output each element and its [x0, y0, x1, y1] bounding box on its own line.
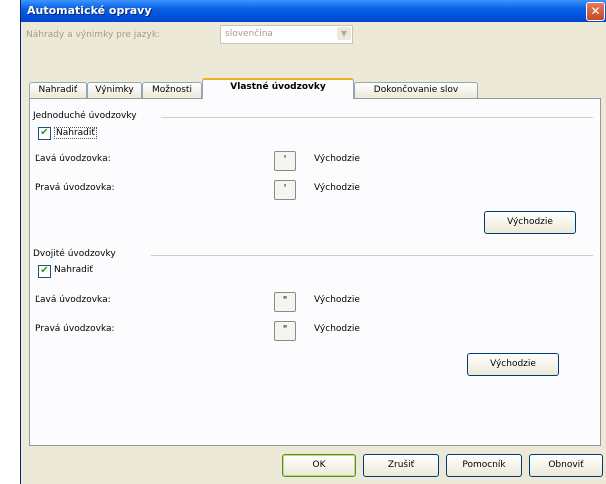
quote-char: ' — [283, 154, 287, 165]
checkmark-icon: ✔ — [40, 265, 49, 276]
single-left-default-text: Východzie — [314, 154, 360, 164]
double-right-label: Pravá úvodzovka: — [35, 324, 115, 334]
button-label: OK — [312, 460, 326, 470]
tab-label: Nahradiť — [38, 85, 78, 95]
window-title: Automatické opravy — [27, 4, 152, 17]
single-right-default-text: Východzie — [314, 183, 360, 193]
single-left-label: Ľavá úvodzovka: — [35, 154, 111, 164]
tab-vlastne-uvodzovky[interactable]: Vlastné úvodzovky — [202, 78, 354, 99]
tab-vynimky[interactable]: Výnimky — [87, 82, 142, 98]
double-right-quote-button[interactable]: " — [274, 321, 296, 341]
single-default-button[interactable]: Východzie — [484, 211, 576, 234]
tab-label: Výnimky — [95, 85, 134, 95]
single-left-quote-button[interactable]: ' — [274, 151, 296, 171]
single-quotes-group-label: Jednoduché úvodzovky — [33, 111, 137, 121]
help-button[interactable]: Pomocník — [446, 454, 522, 477]
quote-char: " — [282, 295, 288, 306]
checkmark-icon: ✔ — [40, 127, 49, 138]
double-replace-label: Nahradiť — [54, 265, 93, 275]
button-label: Zrušiť — [387, 460, 415, 470]
autocorrect-dialog: Automatické opravy ✕ Náhrady a výnimky p… — [20, 0, 606, 484]
double-replace-checkbox[interactable]: ✔ — [38, 265, 51, 278]
language-label: Náhrady a výnimky pre jazyk: — [26, 30, 161, 40]
tab-label: Možnosti — [152, 85, 192, 95]
group-divider — [161, 117, 593, 118]
chevron-down-icon: ▼ — [337, 27, 351, 40]
quote-char: ' — [283, 183, 287, 194]
single-replace-checkbox[interactable]: ✔ — [38, 127, 51, 140]
double-quotes-group-label: Dvojité úvodzovky — [33, 249, 116, 259]
double-left-label: Ľavá úvodzovka: — [35, 295, 111, 305]
double-default-button[interactable]: Východzie — [467, 353, 559, 376]
double-left-quote-button[interactable]: " — [274, 292, 296, 312]
single-right-quote-button[interactable]: ' — [274, 180, 296, 200]
double-left-default-text: Východzie — [314, 295, 360, 305]
quote-char: " — [282, 324, 288, 335]
close-button[interactable]: ✕ — [586, 2, 605, 21]
language-select: slovenčina ▼ — [220, 25, 353, 44]
tab-moznosti[interactable]: Možnosti — [142, 82, 202, 98]
button-label: Pomocník — [462, 460, 506, 470]
title-bar[interactable]: Automatické opravy ✕ — [21, 0, 606, 22]
button-label: Východzie — [507, 217, 553, 227]
tab-label: Dokončovanie slov — [373, 85, 459, 95]
button-label: Východzie — [490, 359, 536, 369]
button-label: Obnoviť — [548, 460, 584, 470]
cancel-button[interactable]: Zrušiť — [363, 454, 439, 477]
double-right-default-text: Východzie — [314, 324, 360, 334]
tab-nahradit[interactable]: Nahradiť — [29, 82, 87, 98]
tab-label: Vlastné úvodzovky — [230, 82, 326, 92]
quotes-panel: Jednoduché úvodzovky ✔ Nahradiť Ľavá úvo… — [29, 98, 601, 446]
restore-button[interactable]: Obnoviť — [529, 454, 603, 477]
close-icon: ✕ — [590, 4, 601, 18]
single-replace-label: Nahradiť — [54, 127, 97, 139]
language-select-value: slovenčina — [225, 29, 273, 39]
ok-button[interactable]: OK — [282, 454, 356, 477]
single-right-label: Pravá úvodzovka: — [35, 183, 115, 193]
group-divider — [151, 255, 593, 256]
tab-dokoncovanie-slov[interactable]: Dokončovanie slov — [354, 82, 478, 98]
